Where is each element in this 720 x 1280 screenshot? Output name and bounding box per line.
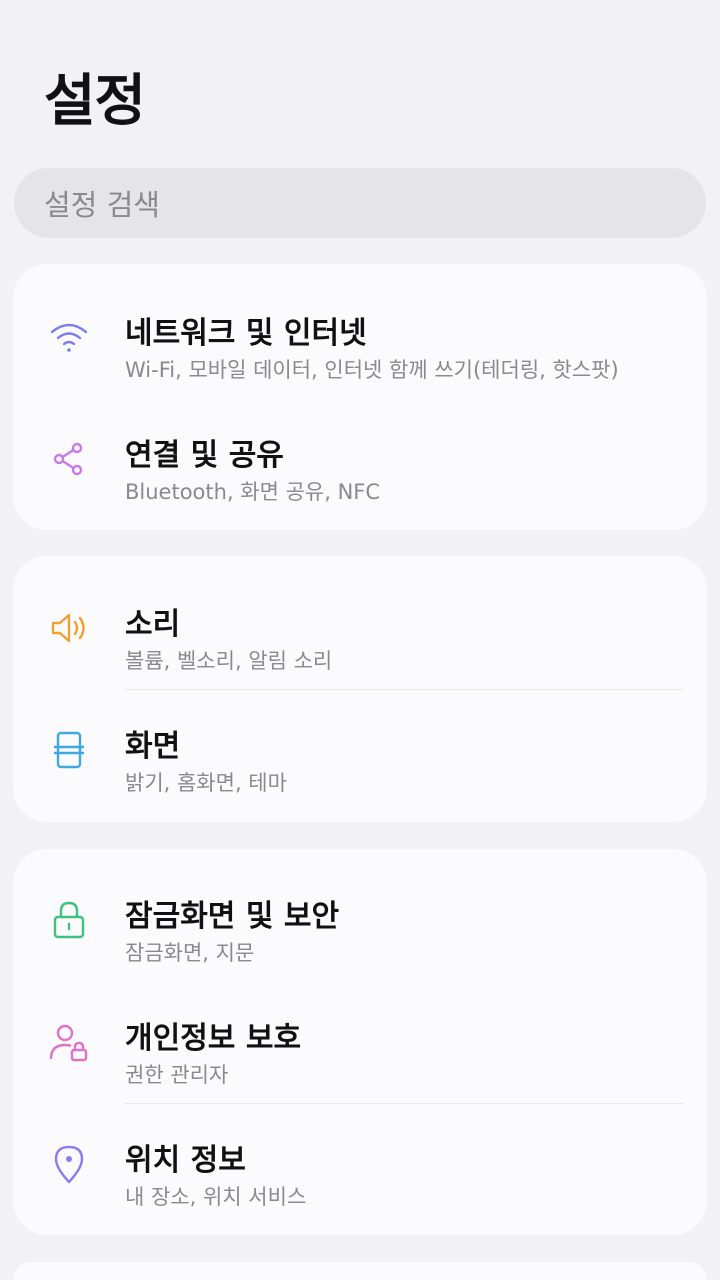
settings-group-connectivity: 네트워크 및 인터넷 Wi-Fi, 모바일 데이터, 인터넷 함께 쓰기(테더링… <box>13 264 707 530</box>
search-bar[interactable]: 설정 검색 <box>14 168 706 238</box>
wifi-icon <box>47 315 91 359</box>
settings-item-title: 연결 및 공유 <box>125 438 284 473</box>
settings-item-location[interactable]: 위치 정보 내 장소, 위치 서비스 <box>13 1103 707 1225</box>
settings-group-next <box>13 1262 707 1280</box>
settings-item-display[interactable]: 화면 밝기, 홈화면, 테마 <box>13 689 707 811</box>
user-lock-icon <box>47 1020 91 1064</box>
lock-icon <box>47 898 91 942</box>
settings-item-title: 화면 <box>125 729 181 764</box>
settings-group-security: 잠금화면 및 보안 잠금화면, 지문 개인정보 보호 권한 관리자 위치 정보 … <box>13 849 707 1235</box>
settings-item-subtitle: Bluetooth, 화면 공유, NFC <box>125 480 381 504</box>
display-icon <box>47 728 91 772</box>
settings-item-sound[interactable]: 소리 볼륨, 벨소리, 알림 소리 <box>13 567 707 689</box>
settings-item-subtitle: 잠금화면, 지문 <box>125 941 255 965</box>
settings-item-title: 개인정보 보호 <box>125 1021 302 1056</box>
settings-item-lockscreen[interactable]: 잠금화면 및 보안 잠금화면, 지문 <box>13 859 707 981</box>
settings-item-title: 네트워크 및 인터넷 <box>125 316 367 351</box>
settings-item-privacy[interactable]: 개인정보 보호 권한 관리자 <box>13 981 707 1103</box>
search-placeholder: 설정 검색 <box>44 188 160 222</box>
settings-item-title: 소리 <box>125 607 181 642</box>
settings-item-connections[interactable]: 연결 및 공유 Bluetooth, 화면 공유, NFC <box>13 398 707 520</box>
settings-group-sound-display: 소리 볼륨, 벨소리, 알림 소리 화면 밝기, 홈화면, 테마 <box>13 556 707 822</box>
speaker-icon <box>47 606 91 650</box>
settings-item-title: 위치 정보 <box>125 1143 246 1178</box>
settings-item-network[interactable]: 네트워크 및 인터넷 Wi-Fi, 모바일 데이터, 인터넷 함께 쓰기(테더링… <box>13 276 707 398</box>
divider <box>125 689 683 690</box>
settings-item-subtitle: 내 장소, 위치 서비스 <box>125 1185 307 1209</box>
settings-item-subtitle: 볼륨, 벨소리, 알림 소리 <box>125 649 333 673</box>
settings-item-title: 잠금화면 및 보안 <box>125 899 340 934</box>
divider <box>125 1103 683 1104</box>
page-title: 설정 <box>44 69 146 134</box>
settings-item-subtitle: Wi-Fi, 모바일 데이터, 인터넷 함께 쓰기(테더링, 핫스팟) <box>125 358 619 382</box>
location-pin-icon <box>47 1142 91 1186</box>
settings-item-subtitle: 권한 관리자 <box>125 1063 229 1087</box>
share-icon <box>47 437 91 481</box>
settings-item-subtitle: 밝기, 홈화면, 테마 <box>125 771 287 795</box>
